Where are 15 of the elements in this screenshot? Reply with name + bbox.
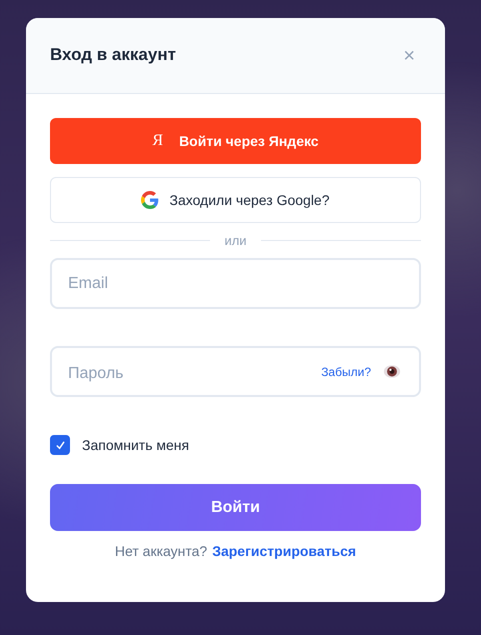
- register-link[interactable]: Зарегистрироваться: [212, 543, 356, 559]
- forgot-password-link[interactable]: Забыли?: [321, 364, 371, 378]
- google-login-button[interactable]: Заходили через Google?: [50, 177, 421, 223]
- divider-label: или: [224, 232, 247, 248]
- remember-checkbox[interactable]: [50, 435, 70, 455]
- check-icon: [54, 440, 66, 450]
- remember-label: Запомнить меня: [82, 437, 190, 453]
- no-account-text: Нет аккаунта?: [114, 543, 208, 559]
- email-field[interactable]: Email: [50, 258, 421, 309]
- login-button[interactable]: Войти: [50, 484, 421, 531]
- dialog-title: Вход в аккаунт: [50, 44, 176, 64]
- yandex-login-button[interactable]: Я Войти через Яндекс: [50, 118, 421, 164]
- password-field[interactable]: Пароль Забыли?: [50, 346, 421, 397]
- eye-icon[interactable]: [383, 364, 401, 379]
- google-icon: [141, 191, 160, 209]
